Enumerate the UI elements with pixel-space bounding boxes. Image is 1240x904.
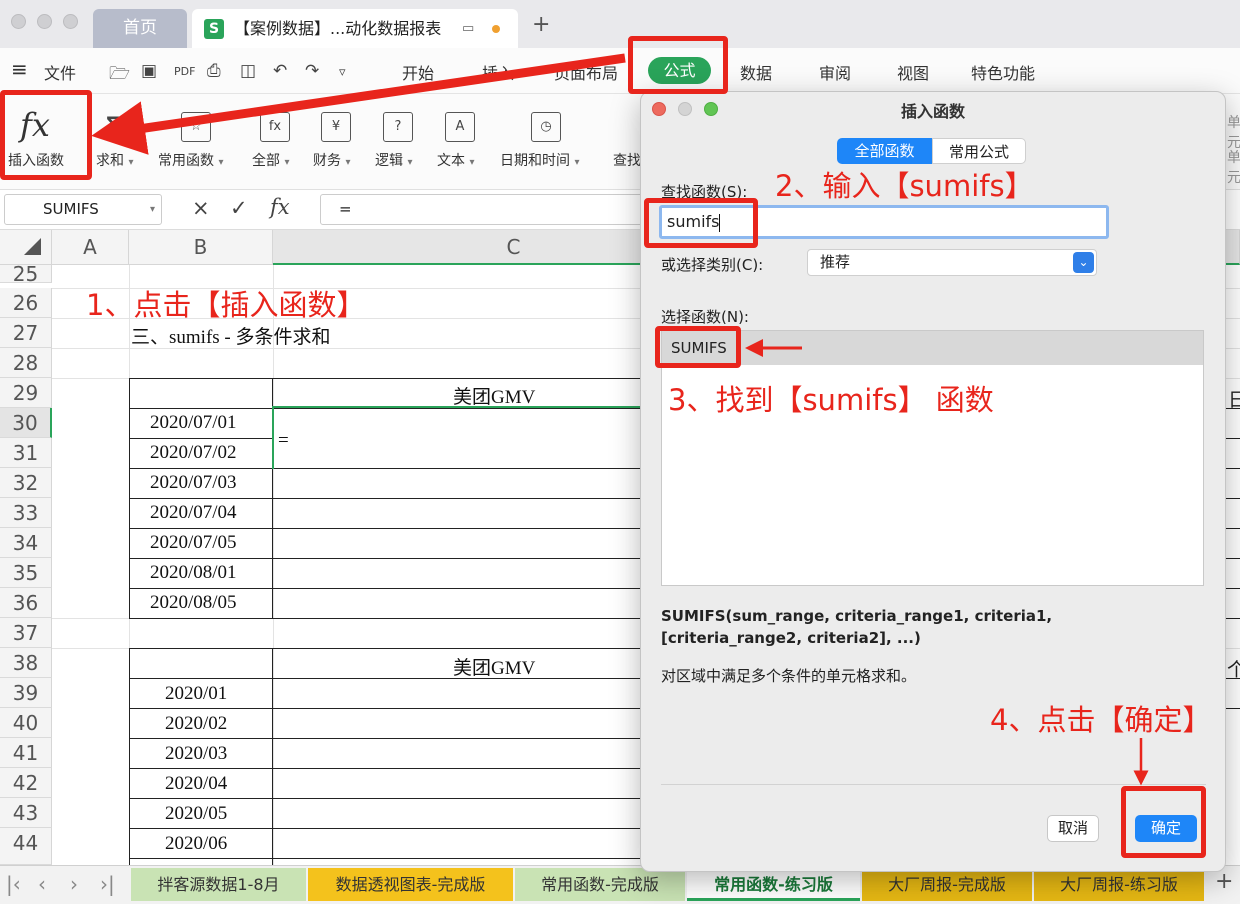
annotation-step4: 4、点击【确定】 — [990, 703, 1212, 737]
annotation-step3: 3、找到【sumifs】 函数 — [668, 383, 994, 417]
annotation-step1: 1、点击【插入函数】 — [86, 288, 366, 322]
annotation-step2: 2、输入【sumifs】 — [775, 169, 1034, 203]
arrow-to-insert-function — [91, 53, 626, 155]
annotation-arrows — [91, 53, 1149, 786]
